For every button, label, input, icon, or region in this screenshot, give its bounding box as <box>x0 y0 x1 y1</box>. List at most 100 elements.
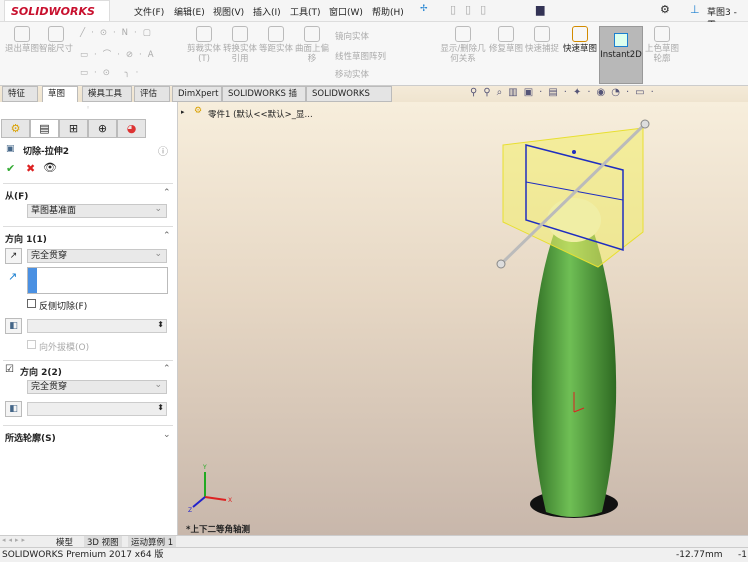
solidworks-logo[interactable]: SOLIDWORKS <box>4 0 110 22</box>
feature-title: 切除-拉伸2 <box>23 147 69 157</box>
draft-angle-spinner[interactable]: ⬍ <box>27 319 167 333</box>
dimxpert-tab-icon[interactable]: ⊕ <box>88 119 117 138</box>
tab-solidworks-mbd[interactable]: SOLIDWORKS MBD <box>306 86 392 114</box>
trim-label: 剪裁实体(T) <box>186 44 221 64</box>
help-icon[interactable]: ⓘ <box>158 143 168 158</box>
quick-access-icons[interactable]: ▯▯▯ <box>450 3 495 16</box>
configuration-tab-icon[interactable]: ⊞ <box>59 119 88 138</box>
sketch-slot-tools[interactable]: ▭·⊙ ╮· <box>80 68 144 78</box>
relations-label: 显示/删除几何关系 <box>440 44 486 64</box>
repair-sketch-button[interactable]: 修复草图 <box>488 26 524 54</box>
menu-view[interactable]: 视图(V) <box>213 5 244 18</box>
end-condition-select[interactable]: 完全贯穿 <box>27 248 167 263</box>
trim-entities-button[interactable]: 剪裁实体(T) <box>186 26 222 64</box>
direction2-checkbox[interactable]: ☑ <box>5 364 14 375</box>
from-select[interactable]: 草图基准面 <box>27 203 167 218</box>
expand-icon[interactable]: ⌄ <box>163 430 171 440</box>
graphics-viewport[interactable]: ▸ ⚙ 零件1 (默认<<默认>_显... Y X Z *上下二等角轴测 <box>178 102 748 535</box>
menu-tools[interactable]: 工具(T) <box>290 5 321 18</box>
collapse-icon[interactable]: ⌃ <box>163 364 171 374</box>
menu-edit[interactable]: 编辑(E) <box>174 5 205 18</box>
spinner-arrows-icon[interactable]: ⬍ <box>157 403 164 412</box>
pin-icon[interactable]: ✢ <box>420 4 428 14</box>
direction2-section-label[interactable]: 方向 2(2) <box>20 365 62 378</box>
smart-dimension-button[interactable]: 智能尺寸 <box>38 26 74 54</box>
quick-snap-label: 快速捕捉 <box>524 44 559 54</box>
direction1-section-label[interactable]: 方向 1(1) <box>5 232 47 245</box>
relations-icon <box>455 26 471 42</box>
convert-entities-button[interactable]: 转换实体引用 <box>222 26 258 64</box>
smart-dimension-label: 智能尺寸 <box>38 44 73 54</box>
cancel-x-icon[interactable]: ✖ <box>26 162 35 175</box>
feature-tree-tab-icon[interactable]: ⚙ <box>1 119 30 138</box>
menu-insert[interactable]: 插入(I) <box>253 5 281 18</box>
rapid-sketch-icon <box>572 26 588 42</box>
repair-label: 修复草图 <box>488 44 523 54</box>
instant2d-icon <box>614 33 628 47</box>
tab-sketch[interactable]: 草图 <box>42 86 78 102</box>
display-delete-relations-button[interactable]: 显示/删除几何关系 <box>440 26 486 64</box>
instant2d-button[interactable]: Instant2D <box>599 26 643 84</box>
draft-icon[interactable]: ◧ <box>5 401 22 417</box>
offset-on-surface-button[interactable]: 曲面上偏移 <box>294 26 330 64</box>
draft-outward-checkbox[interactable] <box>27 340 36 349</box>
display-manager-tab-icon[interactable]: ◕ <box>117 119 146 138</box>
linear-pattern-button[interactable]: 线性草图阵列 <box>335 50 386 62</box>
mirror-entities-button[interactable]: 镜向实体 <box>335 30 369 42</box>
shaded-sketch-icon <box>654 26 670 42</box>
tab-dimxpert[interactable]: DimXpert <box>172 86 222 102</box>
direction2-depth-spinner[interactable]: ⬍ <box>27 402 167 416</box>
exit-sketch-icon <box>14 26 30 42</box>
move-entities-button[interactable]: 移动实体 <box>335 68 369 80</box>
spinner-arrows-icon[interactable]: ⬍ <box>157 320 164 329</box>
sketch-entity-tools[interactable]: ╱·⊙·Ν·▢ <box>80 28 157 38</box>
print-icon[interactable]: ▆ <box>536 3 544 16</box>
axis-x-label: X <box>228 497 232 504</box>
rapid-sketch-button[interactable]: 快速草图 <box>562 26 598 54</box>
extrude-preview-box <box>502 127 644 268</box>
direction2-end-condition-select[interactable]: 完全贯穿 <box>27 379 167 394</box>
shaded-sketch-contours-button[interactable]: 上色草图轮廓 <box>644 26 680 64</box>
model-3d-view[interactable]: Y X Z <box>178 102 748 535</box>
from-section-label[interactable]: 从(F) <box>5 189 28 202</box>
selected-contours-label[interactable]: 所选轮廓(S) <box>5 431 56 444</box>
direction-reference-field[interactable] <box>27 267 168 294</box>
reverse-direction-icon[interactable]: ↗ <box>5 248 22 264</box>
convert-icon <box>232 26 248 42</box>
tab-scroll-arrows[interactable]: ◂◂▸▸ <box>2 536 28 544</box>
draft-outward-label: 向外拔模(O) <box>39 343 90 353</box>
trim-icon <box>196 26 212 42</box>
gear-icon[interactable]: ⚙ <box>660 3 670 16</box>
flip-side-checkbox[interactable] <box>27 299 36 308</box>
bottom-tabs: ◂◂▸▸ 模型 3D 视图 运动算例 1 <box>0 535 748 548</box>
sketch-shape-tools[interactable]: ▭·⌒·⊘·A <box>80 48 160 60</box>
tab-evaluate[interactable]: 评估 <box>134 86 170 102</box>
preview-eye-icon[interactable]: 👁 <box>43 161 57 174</box>
bottle-body[interactable] <box>531 227 617 517</box>
status-bar: SOLIDWORKS Premium 2017 x64 版 -12.77mm -… <box>0 547 748 562</box>
quick-snap-icon <box>534 26 550 42</box>
tab-solidworks-addins[interactable]: SOLIDWORKS 插件 <box>222 86 306 114</box>
axis-z-label: Z <box>188 507 192 514</box>
offset-entities-button[interactable]: 等距实体 <box>258 26 294 54</box>
quick-snaps-button[interactable]: 快速捕捉 <box>524 26 560 54</box>
offset-icon <box>268 26 284 42</box>
tab-mold-tools[interactable]: 模具工具 <box>82 86 132 102</box>
convert-label: 转换实体引用 <box>222 44 257 64</box>
ok-check-icon[interactable]: ✔ <box>6 162 15 175</box>
heads-up-view-toolbar[interactable]: ⚲⚲⌕▥▣·▤·✦·◉◔·▭· <box>470 87 660 98</box>
menu-help[interactable]: 帮助(H) <box>372 5 404 18</box>
menu-window[interactable]: 窗口(W) <box>329 5 363 18</box>
tab-features[interactable]: 特征 <box>2 86 38 102</box>
direction-arrow-icon: ↗ <box>8 270 18 283</box>
view-orientation-label: *上下二等角轴测 <box>186 525 250 535</box>
draft-icon[interactable]: ◧ <box>5 318 22 334</box>
property-manager-tab-icon[interactable]: ▤ <box>30 119 59 138</box>
menu-file[interactable]: 文件(F) <box>134 5 164 18</box>
collapse-icon[interactable]: ⌃ <box>163 231 171 241</box>
coordinate-readout: -12.77mm <box>676 550 723 560</box>
panel-resize-handle[interactable]: ◦ <box>86 104 90 112</box>
exit-sketch-button[interactable]: 退出草图 <box>4 26 40 54</box>
surface-offset-icon <box>304 26 320 42</box>
collapse-icon[interactable]: ⌃ <box>163 188 171 198</box>
